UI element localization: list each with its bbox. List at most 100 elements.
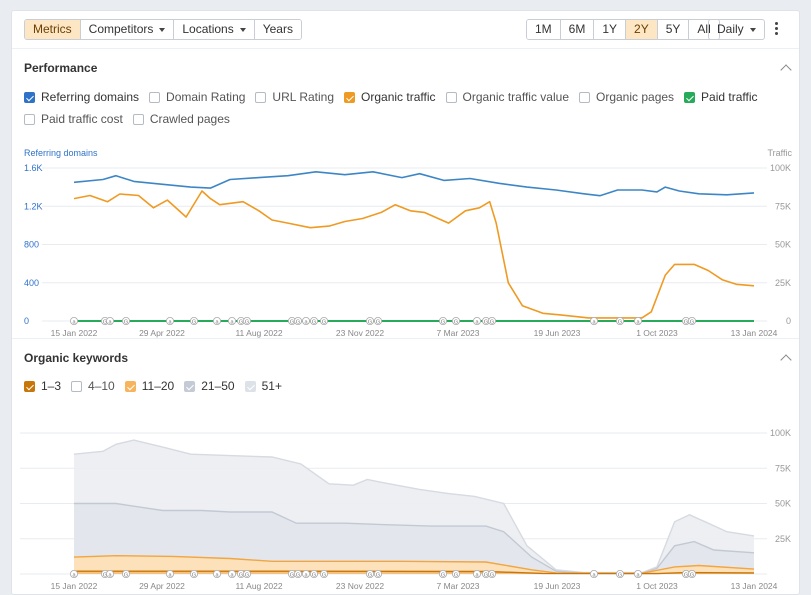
interval-dropdown[interactable]: Daily <box>708 19 765 40</box>
checkbox-51[interactable]: 51+ <box>244 379 282 393</box>
annotation-marker[interactable]: G <box>438 316 447 325</box>
annotation-marker[interactable]: a <box>472 316 481 325</box>
annotation-marker[interactable]: a <box>227 569 236 578</box>
range-1m[interactable]: 1M <box>527 20 561 39</box>
annotation-marker[interactable]: a <box>590 316 599 325</box>
svg-text:G: G <box>368 572 372 578</box>
annotation-marker[interactable]: a <box>227 316 236 325</box>
checkbox-1-3[interactable]: 1–3 <box>24 379 61 393</box>
checkbox-organic-traffic-value[interactable]: Organic traffic value <box>445 90 569 104</box>
checkbox-crawled-pages[interactable]: Crawled pages <box>132 112 230 126</box>
checkbox-label: 51+ <box>261 379 282 393</box>
x-tick-label: 23 Nov 2022 <box>336 581 384 591</box>
range-2y[interactable]: 2Y <box>626 20 658 39</box>
right-tick-label: 75K <box>775 201 791 211</box>
annotation-marker[interactable]: a <box>212 316 221 325</box>
checkbox-icon <box>184 380 196 392</box>
checkbox-11-20[interactable]: 11–20 <box>124 379 174 393</box>
annotation-marker[interactable]: G <box>616 569 625 578</box>
annotation-marker[interactable]: G <box>487 569 496 578</box>
svg-text:G: G <box>239 319 243 325</box>
checkbox-url-rating[interactable]: URL Rating <box>255 90 335 104</box>
annotation-marker[interactable]: G <box>365 569 374 578</box>
checkbox-organic-pages[interactable]: Organic pages <box>579 90 674 104</box>
collapse-performance-icon[interactable] <box>780 64 792 76</box>
tab-locations[interactable]: Locations <box>174 20 255 39</box>
annotation-marker[interactable]: a <box>590 569 599 578</box>
svg-text:G: G <box>618 572 622 578</box>
annotation-marker[interactable]: G <box>242 316 251 325</box>
svg-text:G: G <box>322 572 326 578</box>
annotation-marker[interactable]: G <box>373 569 382 578</box>
x-tick-label: 13 Jan 2024 <box>731 328 778 338</box>
annotation-marker[interactable]: a <box>70 569 79 578</box>
annotation-marker[interactable]: a <box>165 316 174 325</box>
kebab-icon[interactable] <box>775 22 779 37</box>
annotation-marker[interactable]: a <box>301 569 310 578</box>
checkbox-icon <box>445 91 457 103</box>
annotation-marker[interactable]: G <box>189 569 198 578</box>
annotation-marker[interactable]: G <box>365 316 374 325</box>
annotation-marker[interactable]: G <box>242 569 251 578</box>
svg-text:G: G <box>312 319 316 325</box>
right-tick-label: 50K <box>775 240 791 250</box>
annotation-marker[interactable]: G <box>688 569 697 578</box>
annotation-marker[interactable]: G <box>616 316 625 325</box>
annotation-marker[interactable]: a <box>165 569 174 578</box>
annotation-marker[interactable]: G <box>293 569 302 578</box>
annotation-marker[interactable]: G <box>319 569 328 578</box>
annotation-marker[interactable]: G <box>438 569 447 578</box>
annotation-marker[interactable]: G <box>309 569 318 578</box>
annotation-marker[interactable]: a <box>472 569 481 578</box>
toolbar: Metrics Competitors Locations Years 1M 6M 1Y 2… <box>12 11 799 49</box>
annotation-marker[interactable]: G <box>487 316 496 325</box>
checkbox-icon <box>255 91 267 103</box>
annotation-marker[interactable]: a <box>634 316 643 325</box>
annotation-marker[interactable]: G <box>309 316 318 325</box>
annotation-marker[interactable]: G <box>122 316 131 325</box>
annotation-marker[interactable]: G <box>373 316 382 325</box>
annotation-marker[interactable]: G <box>319 316 328 325</box>
annotation-marker[interactable]: a <box>301 316 310 325</box>
checkbox-paid-traffic[interactable]: Paid traffic <box>684 90 758 104</box>
annotation-marker[interactable]: G <box>122 569 131 578</box>
right-tick-label: 75K <box>775 463 791 473</box>
svg-text:G: G <box>441 572 445 578</box>
range-6m[interactable]: 6M <box>560 20 595 39</box>
annotation-marker[interactable]: G <box>688 316 697 325</box>
x-tick-label: 15 Jan 2022 <box>51 581 98 591</box>
x-tick-label: 29 Apr 2022 <box>139 581 185 591</box>
annotation-marker[interactable]: a <box>634 569 643 578</box>
tab-competitors[interactable]: Competitors <box>80 20 175 39</box>
tab-years[interactable]: Years <box>254 20 301 39</box>
annotation-marker[interactable]: G <box>451 569 460 578</box>
svg-text:G: G <box>312 572 316 578</box>
annotation-marker[interactable]: G <box>451 316 460 325</box>
chevron-down-icon <box>159 28 166 32</box>
tab-metrics[interactable]: Metrics <box>25 20 81 39</box>
right-tick-label: 25K <box>775 534 791 544</box>
checkbox-icon <box>132 113 144 125</box>
svg-text:G: G <box>239 572 243 578</box>
right-tick-label: 0 <box>786 316 791 326</box>
annotation-marker[interactable]: a <box>212 569 221 578</box>
annotation-marker[interactable]: a <box>70 316 79 325</box>
x-tick-label: 1 Oct 2023 <box>636 328 678 338</box>
interval-label: Daily <box>717 22 744 36</box>
collapse-keywords-icon[interactable] <box>780 354 792 366</box>
x-tick-label: 11 Aug 2022 <box>235 328 282 338</box>
annotation-marker[interactable]: G <box>293 316 302 325</box>
checkbox-label: URL Rating <box>272 90 335 104</box>
right-tick-label: 100K <box>770 428 791 438</box>
range-1y[interactable]: 1Y <box>594 20 627 39</box>
checkbox-paid-traffic-cost[interactable]: Paid traffic cost <box>24 112 123 126</box>
checkbox-organic-traffic[interactable]: Organic traffic <box>344 90 436 104</box>
checkbox-referring-domains[interactable]: Referring domains <box>24 90 139 104</box>
svg-text:G: G <box>192 572 196 578</box>
checkbox-domain-rating[interactable]: Domain Rating <box>149 90 245 104</box>
checkbox-icon <box>24 91 35 103</box>
checkbox-21-50[interactable]: 21–50 <box>184 379 235 393</box>
annotation-marker[interactable]: G <box>189 316 198 325</box>
range-5y[interactable]: 5Y <box>657 20 690 39</box>
checkbox-4-10[interactable]: 4–10 <box>71 379 115 393</box>
